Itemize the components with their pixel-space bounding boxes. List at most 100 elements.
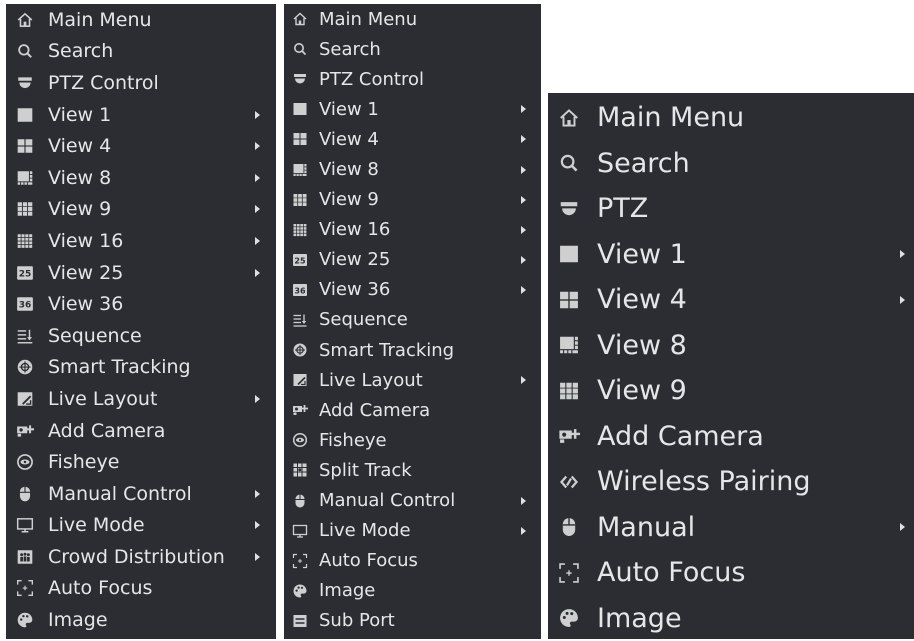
submenu-arrow-icon (255, 111, 260, 119)
middle-menu-item-auto-focus[interactable]: Auto Focus (284, 546, 541, 576)
right-menu-item-manual[interactable]: Manual (548, 505, 914, 551)
submenu-arrow-icon (521, 286, 526, 294)
left-menu-item-view-9[interactable]: View 9 (6, 194, 276, 226)
middle-menu-item-live-layout[interactable]: Live Layout (284, 365, 541, 395)
right-menu-item-image[interactable]: Image (548, 596, 914, 641)
right-menu-item-view-8[interactable]: View 8 (548, 323, 914, 369)
submenu-arrow-icon (521, 105, 526, 113)
right-menu-item-main-menu[interactable]: Main Menu (548, 95, 914, 141)
menu-item-label: Main Menu (597, 102, 744, 133)
middle-menu-item-smart-tracking[interactable]: Smart Tracking (284, 335, 541, 365)
left-menu-item-view-1[interactable]: View 1 (6, 99, 276, 131)
menu-item-label: View 16 (319, 219, 390, 240)
left-menu-item-view-4[interactable]: View 4 (6, 130, 276, 162)
menu-item-label: Search (597, 148, 690, 179)
menu-item-label: Main Menu (319, 9, 417, 30)
submenu-arrow-icon (255, 237, 260, 245)
right-menu-item-view-4[interactable]: View 4 (548, 277, 914, 323)
menu-item-label: View 8 (48, 167, 111, 189)
middle-menu-item-view-4[interactable]: View 4 (284, 124, 541, 154)
middle-menu-item-view-16[interactable]: View 16 (284, 215, 541, 245)
svg-text:36: 36 (19, 301, 32, 311)
left-menu-item-add-camera[interactable]: Add Camera (6, 415, 276, 447)
middle-menu-item-view-9[interactable]: View 9 (284, 185, 541, 215)
submenu-arrow-icon (255, 269, 260, 277)
menu-item-label: View 1 (48, 104, 111, 126)
left-menu-item-view-16[interactable]: View 16 (6, 225, 276, 257)
middle-menu-item-sequence[interactable]: Sequence (284, 305, 541, 335)
menu-item-label: Add Camera (48, 420, 165, 442)
auto-focus-icon (558, 562, 580, 584)
middle-menu-item-view-25[interactable]: 25View 25 (284, 245, 541, 275)
context-menu-middle: Main Menu SearchPTZ Control View 1 View 4 Vi… (284, 4, 541, 639)
left-menu-item-auto-focus[interactable]: Auto Focus (6, 573, 276, 605)
submenu-arrow-icon (521, 166, 526, 174)
middle-menu-item-search[interactable]: Search (284, 34, 541, 64)
menu-item-label: Search (48, 40, 113, 62)
menu-item-label: Image (48, 609, 108, 631)
submenu-arrow-icon (521, 196, 526, 204)
menu-item-label: View 1 (319, 99, 379, 120)
middle-menu-item-manual-control[interactable]: Manual Control (284, 486, 541, 516)
left-menu-item-sequence[interactable]: Sequence (6, 320, 276, 352)
search-icon (292, 41, 308, 57)
middle-menu-item-view-8[interactable]: View 8 (284, 154, 541, 184)
menu-item-label: Add Camera (319, 400, 430, 421)
add-camera-icon (558, 425, 580, 447)
middle-menu-item-ptz-control[interactable]: PTZ Control (284, 64, 541, 94)
ptz-dome-icon (16, 74, 34, 92)
middle-menu-item-fisheye[interactable]: Fisheye (284, 425, 541, 455)
submenu-arrow-icon (900, 523, 905, 531)
right-menu-item-auto-focus[interactable]: Auto Focus (548, 550, 914, 596)
menu-item-label: Manual (597, 512, 695, 543)
left-menu-item-manual-control[interactable]: Manual Control (6, 478, 276, 510)
left-menu-item-ptz-control[interactable]: PTZ Control (6, 67, 276, 99)
left-menu-item-view-36[interactable]: 36View 36 (6, 288, 276, 320)
middle-menu-item-view-1[interactable]: View 1 (284, 94, 541, 124)
view-9-icon (292, 192, 308, 208)
left-menu-item-smart-tracking[interactable]: Smart Tracking (6, 352, 276, 384)
crowd-icon (16, 548, 34, 566)
middle-menu-item-split-track[interactable]: Split Track (284, 455, 541, 485)
monitor-icon (16, 516, 34, 534)
auto-focus-icon (292, 553, 308, 569)
left-menu-item-live-mode[interactable]: Live Mode (6, 510, 276, 542)
right-menu-item-search[interactable]: Search (548, 141, 914, 187)
menu-item-label: Add Camera (597, 421, 764, 452)
right-menu-item-wireless-pairing[interactable]: Wireless Pairing (548, 459, 914, 505)
menu-item-label: Auto Focus (48, 577, 152, 599)
middle-menu-item-add-camera[interactable]: Add Camera (284, 395, 541, 425)
sub-port-icon (292, 613, 308, 629)
right-menu-item-view-9[interactable]: View 9 (548, 368, 914, 414)
menu-item-label: Fisheye (48, 451, 119, 473)
fisheye-icon (292, 432, 308, 448)
left-menu-item-crowd-distribution[interactable]: Crowd Distribution (6, 541, 276, 573)
left-menu-item-view-25[interactable]: 25View 25 (6, 257, 276, 289)
menu-item-label: Auto Focus (319, 550, 418, 571)
left-menu-item-main-menu[interactable]: Main Menu (6, 4, 276, 36)
menu-item-label: View 4 (319, 129, 379, 150)
middle-menu-item-main-menu[interactable]: Main Menu (284, 4, 541, 34)
ptz-dome-icon (292, 71, 308, 87)
middle-menu-item-live-mode[interactable]: Live Mode (284, 516, 541, 546)
menu-item-label: Live Mode (48, 514, 145, 536)
left-menu-item-search[interactable]: Search (6, 36, 276, 68)
middle-menu-item-sub-port[interactable]: Sub Port (284, 606, 541, 636)
left-menu-item-fisheye[interactable]: Fisheye (6, 446, 276, 478)
middle-menu-item-view-36[interactable]: 36View 36 (284, 275, 541, 305)
right-menu-item-ptz[interactable]: PTZ (548, 186, 914, 232)
view-1-icon (292, 101, 308, 117)
mouse-icon (16, 485, 34, 503)
menu-item-label: Main Menu (48, 9, 152, 31)
left-menu-item-image[interactable]: Image (6, 604, 276, 636)
menu-item-label: Crowd Distribution (48, 546, 225, 568)
left-menu-item-view-8[interactable]: View 8 (6, 162, 276, 194)
submenu-arrow-icon (521, 497, 526, 505)
smart-tracking-icon (292, 342, 308, 358)
left-menu-item-live-layout[interactable]: Live Layout (6, 383, 276, 415)
middle-menu-item-image[interactable]: Image (284, 576, 541, 606)
menu-item-label: View 4 (597, 284, 687, 315)
right-menu-item-view-1[interactable]: View 1 (548, 232, 914, 278)
wireless-pairing-icon (558, 471, 580, 493)
right-menu-item-add-camera[interactable]: Add Camera (548, 414, 914, 460)
